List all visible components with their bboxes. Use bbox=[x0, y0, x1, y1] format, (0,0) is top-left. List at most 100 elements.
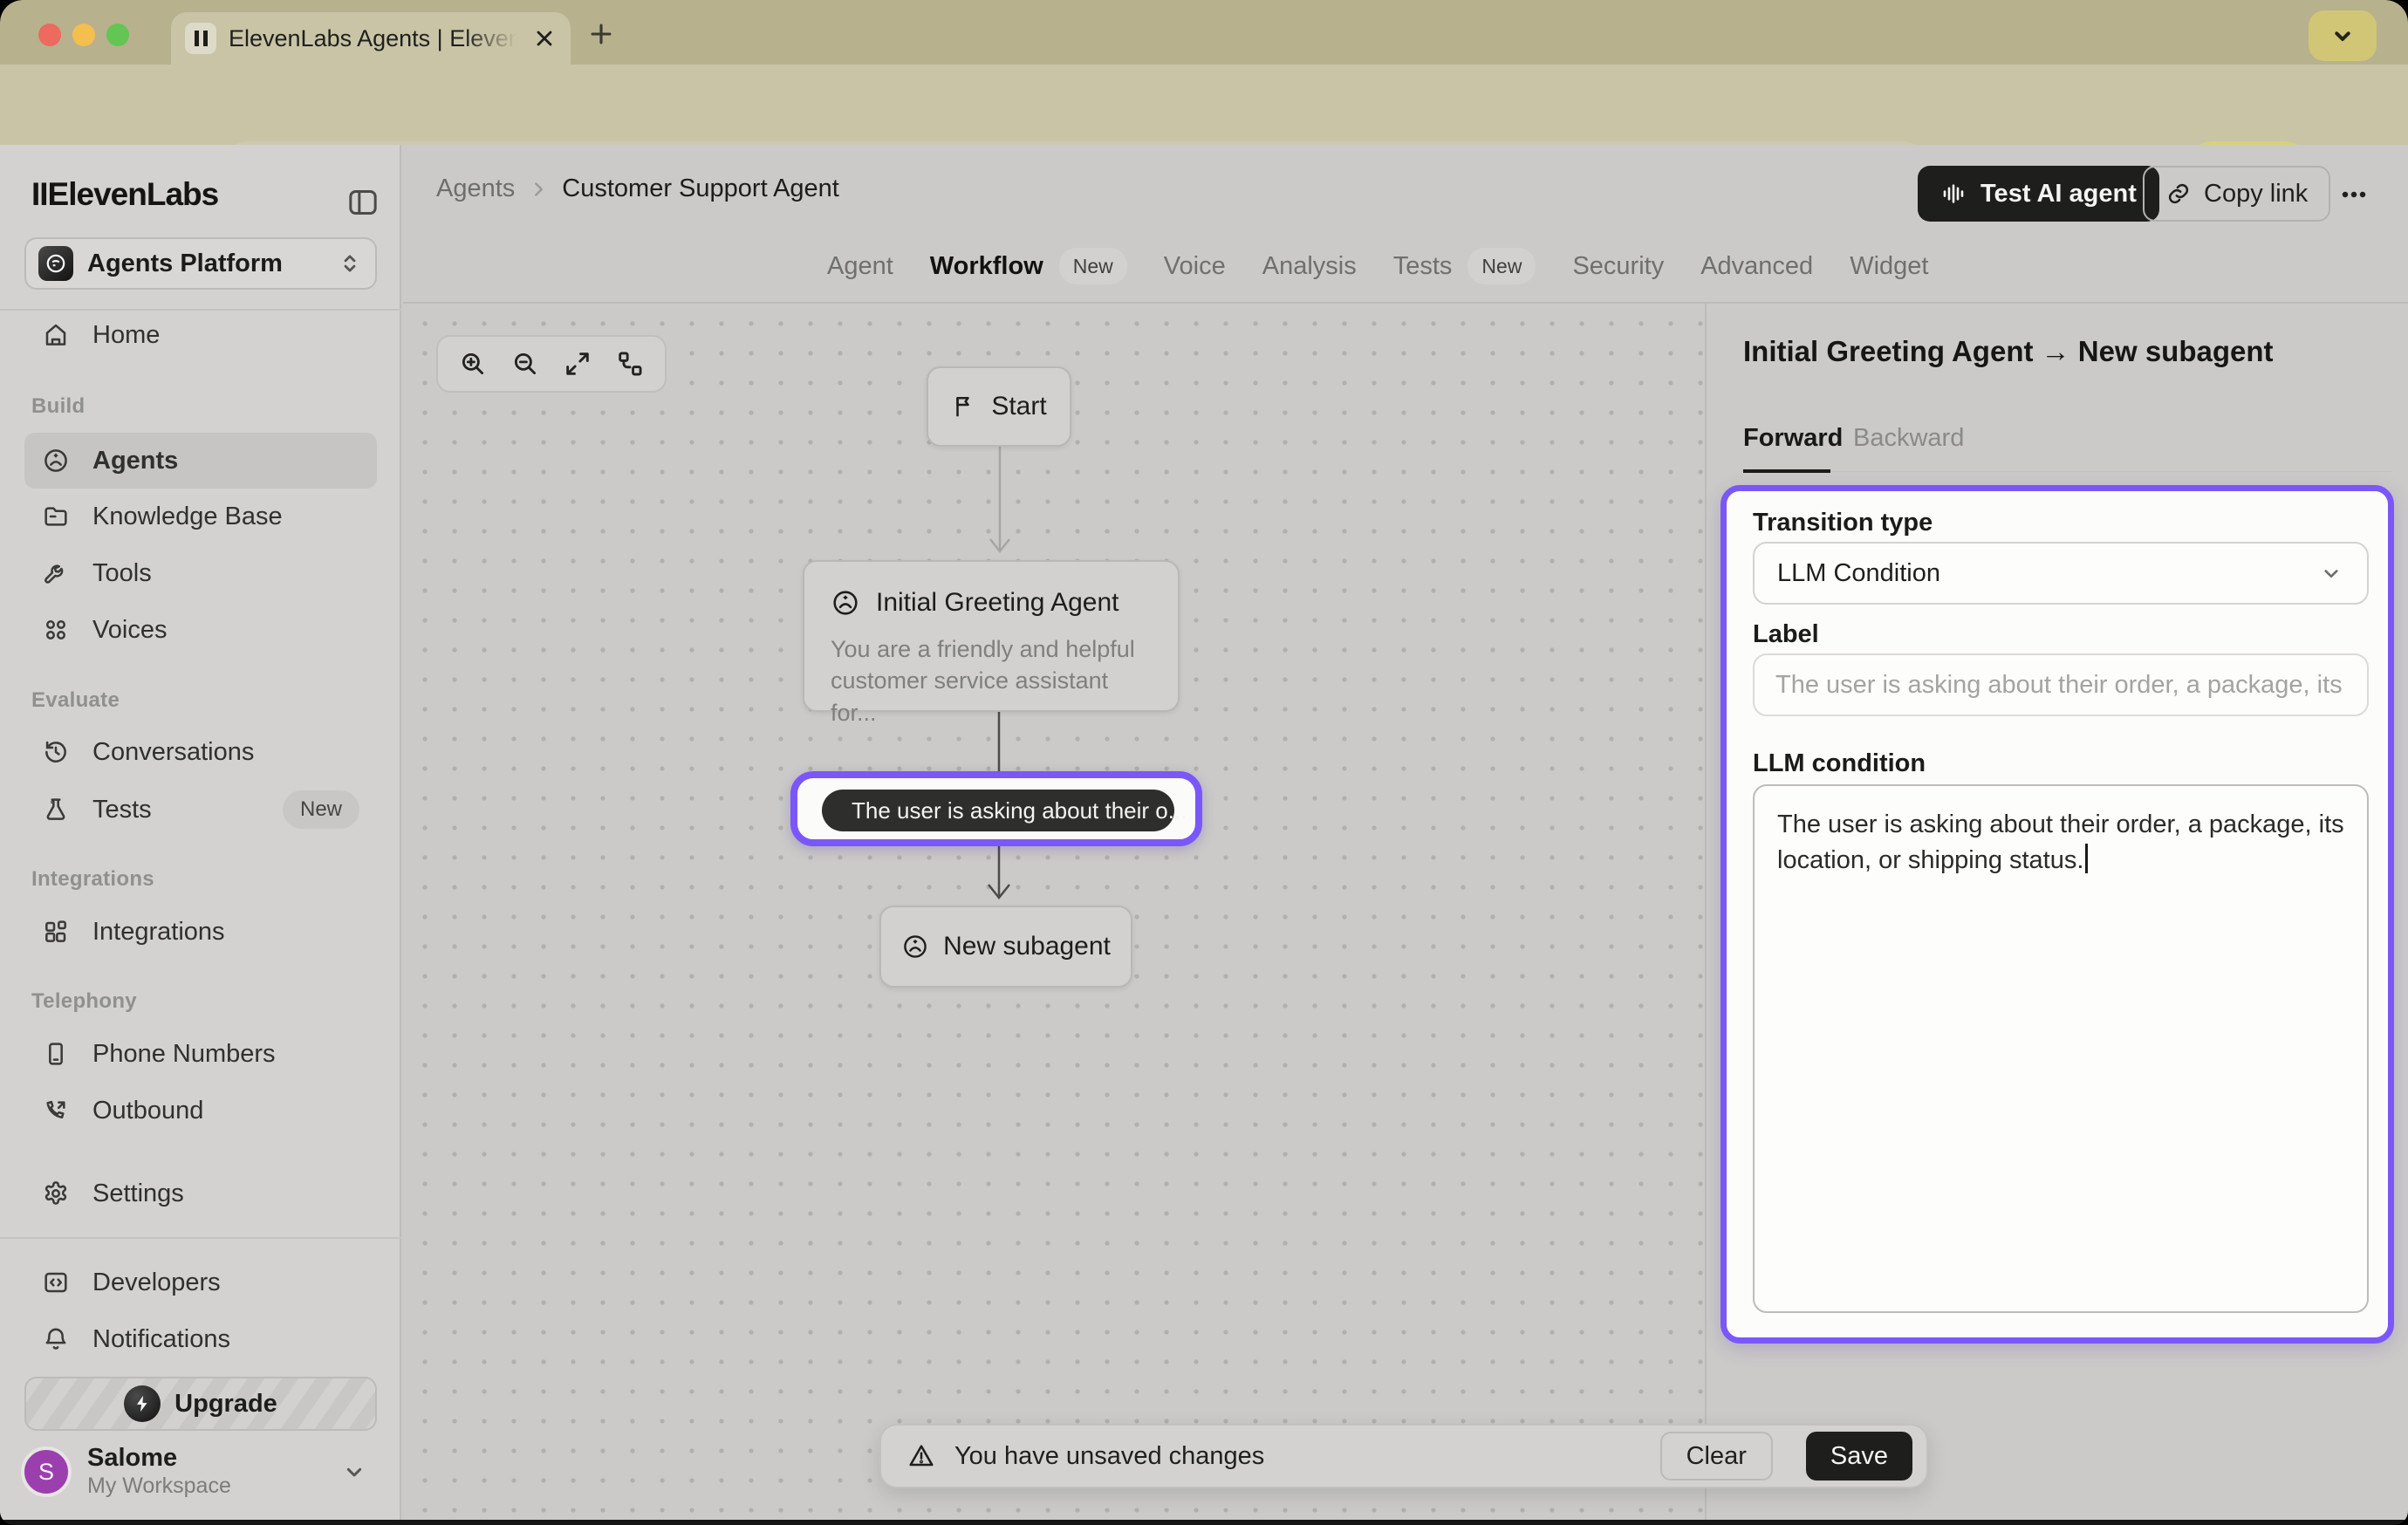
tab-backward[interactable]: Backward bbox=[1853, 424, 1964, 453]
warning-icon bbox=[907, 1442, 935, 1470]
sidebar-section-integrations: Integrations bbox=[31, 867, 154, 892]
tab-title: ElevenLabs Agents | ElevenLa bbox=[229, 25, 516, 52]
sidebar-item-notifications[interactable]: Notifications bbox=[24, 1311, 377, 1367]
collapse-sidebar-icon[interactable] bbox=[345, 185, 380, 220]
transition-panel-title: Initial Greeting Agent → New subagent bbox=[1743, 335, 2389, 368]
sidebar-item-label: Conversations bbox=[92, 738, 254, 767]
user-workspace: My Workspace bbox=[87, 1473, 231, 1499]
breadcrumb: Agents Customer Support Agent bbox=[436, 174, 839, 203]
tab-tests[interactable]: Tests bbox=[1393, 252, 1453, 281]
tests-new-badge-header: New bbox=[1467, 248, 1536, 284]
sidebar-item-label: Agents bbox=[92, 447, 178, 475]
transition-type-select[interactable]: LLM Condition bbox=[1753, 542, 2369, 605]
edge-start-to-agent bbox=[986, 445, 1021, 567]
minimize-window-button[interactable] bbox=[72, 24, 95, 46]
sidebar-item-label: Developers bbox=[92, 1269, 221, 1297]
new-tab-button[interactable] bbox=[586, 19, 616, 49]
tab-forward[interactable]: Forward bbox=[1743, 424, 1843, 453]
tab-advanced[interactable]: Advanced bbox=[1700, 252, 1813, 281]
sidebar-item-label: Settings bbox=[92, 1180, 184, 1208]
close-tab-icon[interactable] bbox=[532, 26, 557, 51]
sidebar-item-label: Tools bbox=[92, 559, 152, 588]
folder-icon bbox=[42, 503, 70, 530]
fullscreen-window-button[interactable] bbox=[106, 24, 129, 46]
start-node[interactable]: Start bbox=[927, 366, 1071, 447]
clear-button[interactable]: Clear bbox=[1660, 1432, 1773, 1481]
sidebar-item-voices[interactable]: Voices bbox=[24, 602, 377, 658]
fit-view-icon[interactable] bbox=[563, 349, 592, 379]
upgrade-button[interactable]: Upgrade bbox=[24, 1377, 377, 1431]
tab-widget[interactable]: Widget bbox=[1850, 252, 1928, 281]
save-button[interactable]: Save bbox=[1806, 1432, 1912, 1481]
tab-security[interactable]: Security bbox=[1572, 252, 1664, 281]
agent-face-icon bbox=[901, 933, 929, 961]
tab-agent[interactable]: Agent bbox=[827, 252, 893, 281]
subagent-node-label: New subagent bbox=[943, 932, 1111, 961]
sidebar-item-label: Notifications bbox=[92, 1325, 230, 1354]
transition-settings-card: Transition type LLM Condition Label LLM … bbox=[1720, 485, 2394, 1344]
tab-voice[interactable]: Voice bbox=[1164, 252, 1226, 281]
breadcrumb-agents[interactable]: Agents bbox=[436, 174, 515, 203]
user-name: Salome bbox=[87, 1445, 231, 1473]
voices-icon bbox=[42, 616, 70, 644]
tab-workflow[interactable]: Workflow bbox=[930, 252, 1043, 281]
code-icon bbox=[42, 1269, 70, 1296]
forward-tab-indicator bbox=[1743, 469, 1830, 473]
llm-condition-textarea[interactable]: The user is asking about their order, a … bbox=[1753, 784, 2369, 1313]
canvas-toolbar bbox=[436, 335, 667, 393]
edge-label-text: The user is asking about their o... bbox=[852, 797, 1187, 824]
close-window-button[interactable] bbox=[38, 24, 61, 46]
transition-type-value: LLM Condition bbox=[1777, 559, 1940, 588]
agent-nav-tabs: Agent Workflow New Voice Analysis Tests … bbox=[827, 248, 1928, 284]
user-menu[interactable]: S Salome My Workspace bbox=[21, 1441, 380, 1502]
start-node-label: Start bbox=[991, 392, 1046, 421]
sidebar-item-outbound[interactable]: Outbound bbox=[24, 1083, 377, 1139]
sidebar-item-tools[interactable]: Tools bbox=[24, 545, 377, 601]
panel-tabs-divider bbox=[1743, 471, 2392, 472]
sidebar-item-label: Outbound bbox=[92, 1097, 203, 1125]
sidebar-item-label: Tests bbox=[92, 796, 152, 824]
sidebar-item-agents[interactable]: Agents bbox=[24, 433, 377, 489]
edge-label-selected[interactable]: The user is asking about their o... bbox=[790, 771, 1202, 846]
sidebar-item-settings[interactable]: Settings bbox=[24, 1166, 377, 1221]
label-input[interactable] bbox=[1753, 653, 2369, 716]
more-options-icon[interactable] bbox=[2336, 181, 2371, 208]
zoom-out-icon[interactable] bbox=[510, 349, 540, 379]
breadcrumb-current: Customer Support Agent bbox=[562, 174, 839, 203]
tab-analysis[interactable]: Analysis bbox=[1262, 252, 1357, 281]
new-subagent-node[interactable]: New subagent bbox=[879, 906, 1132, 988]
chevron-right-icon bbox=[527, 178, 550, 201]
unsaved-changes-toast: You have unsaved changes Clear Save bbox=[879, 1424, 1928, 1488]
sidebar-item-label: Phone Numbers bbox=[92, 1040, 276, 1069]
canvas-panel-divider bbox=[1705, 304, 1707, 1520]
sidebar-item-home[interactable]: Home bbox=[24, 307, 377, 363]
gear-icon bbox=[42, 1180, 70, 1207]
workspace-selector[interactable]: Agents Platform bbox=[24, 237, 377, 290]
llm-condition-label: LLM condition bbox=[1753, 749, 1926, 778]
copy-link-button[interactable]: Copy link bbox=[2143, 166, 2330, 222]
flask-icon bbox=[42, 796, 70, 824]
sidebar-divider bbox=[0, 1237, 401, 1239]
outbound-call-icon bbox=[42, 1097, 70, 1125]
chevron-down-icon bbox=[340, 1458, 368, 1486]
test-ai-agent-button[interactable]: Test AI agent bbox=[1918, 166, 2159, 222]
flag-icon bbox=[951, 393, 977, 420]
wrench-icon bbox=[42, 559, 70, 587]
sidebar-item-label: Voices bbox=[92, 616, 167, 645]
agents-platform-icon bbox=[38, 246, 73, 281]
sidebar-section-telephony: Telephony bbox=[31, 989, 137, 1014]
sidebar-item-conversations[interactable]: Conversations bbox=[24, 724, 377, 780]
tab-list-button[interactable] bbox=[2309, 10, 2377, 61]
sidebar-item-tests[interactable]: Tests New bbox=[24, 782, 377, 838]
browser-toolbar: elevenlabs.io/app/agents/agents/agent_25… bbox=[0, 65, 2408, 145]
edge-condition-pill[interactable]: The user is asking about their o... bbox=[822, 790, 1174, 831]
zoom-in-icon[interactable] bbox=[458, 349, 488, 379]
sidebar-item-knowledge-base[interactable]: Knowledge Base bbox=[24, 489, 377, 544]
initial-greeting-agent-node[interactable]: Initial Greeting Agent You are a friendl… bbox=[803, 560, 1180, 712]
sidebar-item-developers[interactable]: Developers bbox=[24, 1255, 377, 1310]
sidebar-item-phone-numbers[interactable]: Phone Numbers bbox=[24, 1026, 377, 1082]
sidebar-item-integrations[interactable]: Integrations bbox=[24, 904, 377, 960]
test-ai-agent-label: Test AI agent bbox=[1980, 180, 2137, 209]
browser-tab[interactable]: ElevenLabs Agents | ElevenLa bbox=[171, 12, 571, 65]
auto-layout-icon[interactable] bbox=[615, 349, 645, 379]
